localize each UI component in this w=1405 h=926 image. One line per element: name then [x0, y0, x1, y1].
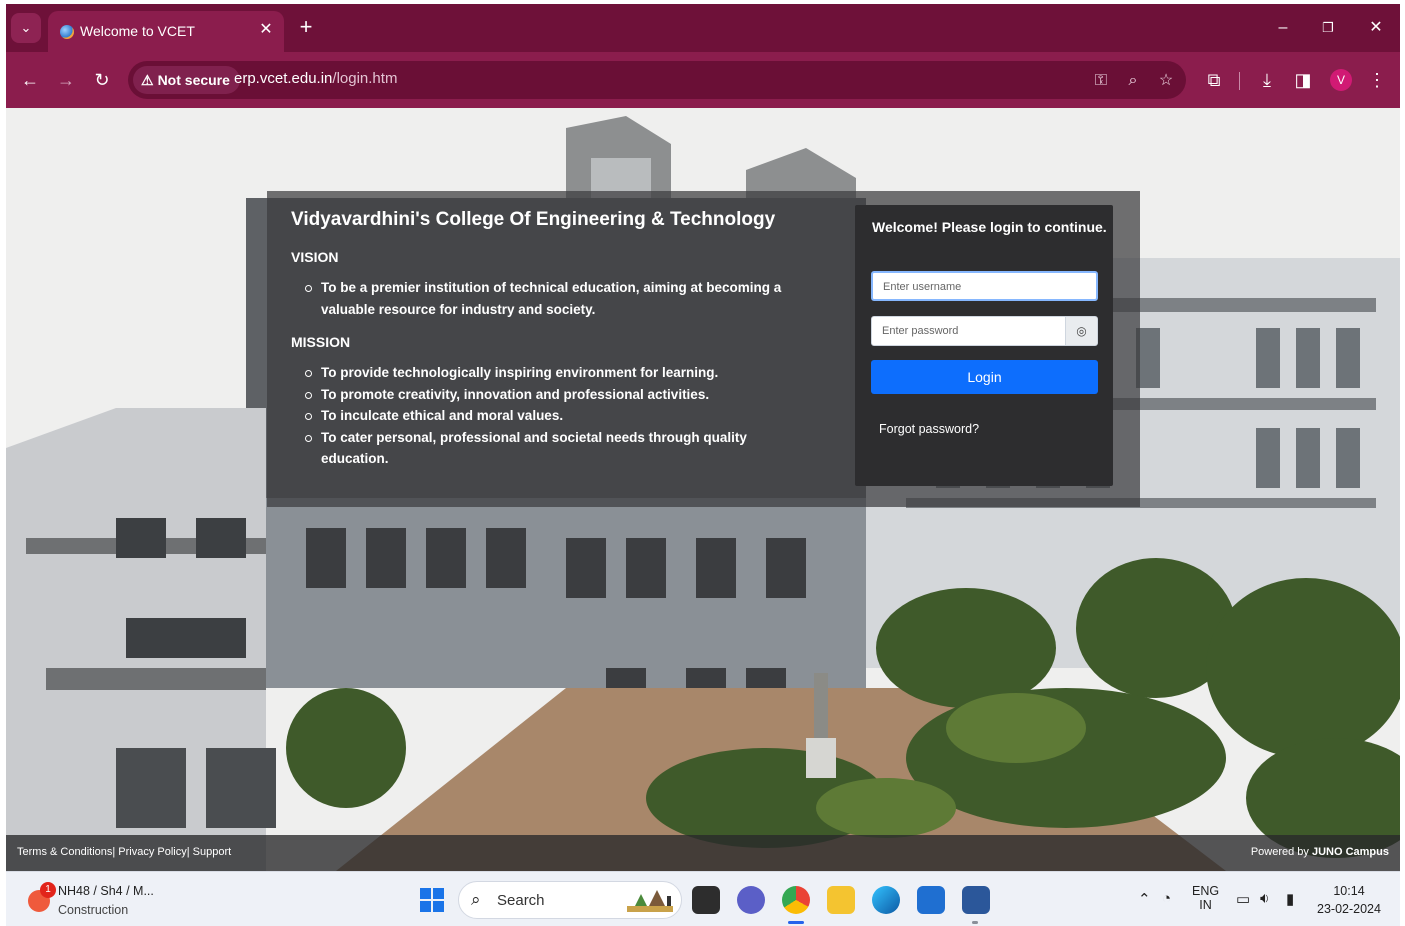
- mission-item: To inculcate ethical and moral values.: [303, 405, 811, 427]
- chrome-icon[interactable]: [782, 886, 810, 914]
- browser-chrome: ⌄ Welcome to VCET ✕ + – ❐ ✕ ← → ↻ ⚠ Not s…: [6, 4, 1400, 108]
- region-code: IN: [1199, 898, 1212, 912]
- mission-item: To cater personal, professional and soci…: [303, 427, 811, 470]
- toggle-password-visibility-button[interactable]: ◎: [1065, 316, 1098, 346]
- side-panel-icon[interactable]: ◨: [1291, 68, 1315, 92]
- windows-logo-pane: [420, 901, 431, 912]
- new-tab-button[interactable]: +: [294, 16, 318, 40]
- tab-title: Welcome to VCET: [80, 23, 195, 39]
- download-icon[interactable]: ⤓: [1255, 68, 1279, 92]
- windows-taskbar: 1 NH48 / Sh4 / M... Construction ⌕ Searc…: [6, 871, 1400, 926]
- file-explorer-icon[interactable]: [827, 886, 855, 914]
- taskbar-search[interactable]: ⌕ Search: [458, 881, 682, 919]
- chevron-up-icon[interactable]: ⌃: [1138, 890, 1151, 908]
- vision-list: To be a premier institution of technical…: [303, 277, 811, 320]
- windows-logo-icon: [420, 888, 431, 899]
- mission-heading: MISSION: [291, 334, 351, 350]
- forward-button[interactable]: →: [54, 68, 78, 92]
- eye-slash-icon: ◎: [1076, 324, 1087, 338]
- windows-logo-pane: [433, 888, 444, 899]
- security-label: Not secure: [157, 72, 230, 88]
- search-highlight-art: [627, 890, 673, 912]
- weather-widget[interactable]: 1 NH48 / Sh4 / M... Construction: [26, 882, 166, 918]
- clock[interactable]: 10:14 23-02-2024: [1314, 884, 1384, 916]
- site-favicon-icon: [60, 25, 74, 39]
- store-icon[interactable]: [917, 886, 945, 914]
- powered-by-brand: JUNO Campus: [1311, 846, 1389, 858]
- username-input[interactable]: Enter username: [871, 271, 1098, 301]
- mission-item: To promote creativity, innovation and pr…: [303, 384, 811, 406]
- windows-logo-pane: [433, 901, 444, 912]
- toolbar-divider: [1239, 72, 1240, 90]
- word-running-indicator: [972, 921, 978, 924]
- extensions-icon[interactable]: ⧉: [1202, 68, 1226, 92]
- login-panel: Vidyavardhini's College Of Engineering &…: [267, 191, 1140, 507]
- network-icon[interactable]: ◔: [1162, 890, 1171, 907]
- date: 23-02-2024: [1317, 902, 1381, 916]
- task-view-icon[interactable]: [692, 886, 720, 914]
- chrome-active-indicator: [788, 921, 804, 924]
- url-host: erp.vcet.edu.in: [234, 70, 333, 87]
- close-tab-icon[interactable]: ✕: [256, 20, 276, 40]
- language-code: ENG: [1192, 884, 1220, 898]
- forgot-password-link[interactable]: Forgot password?: [879, 422, 979, 436]
- warning-icon: ⚠: [141, 72, 154, 88]
- language-indicator[interactable]: ENG IN: [1192, 884, 1219, 912]
- college-name: Vidyavardhini's College Of Engineering &…: [291, 209, 776, 230]
- search-label: Search: [497, 892, 545, 909]
- college-info: Vidyavardhini's College Of Engineering &…: [291, 209, 811, 484]
- powered-by: Powered by JUNO Campus: [1251, 846, 1389, 858]
- close-window-button[interactable]: ✕: [1361, 16, 1391, 40]
- powered-by-prefix: Powered by: [1250, 846, 1312, 858]
- login-button[interactable]: Login: [871, 360, 1098, 394]
- teams-chat-icon[interactable]: [737, 886, 765, 914]
- widget-title: NH48 / Sh4 / M...: [58, 884, 154, 898]
- word-icon[interactable]: [962, 886, 990, 914]
- minimize-button[interactable]: –: [1268, 16, 1298, 40]
- address-bar[interactable]: ⚠ Not secure erp.vcet.edu.in/login.htm ⚿ …: [128, 61, 1186, 99]
- time: 10:14: [1333, 884, 1365, 898]
- edge-icon[interactable]: [872, 886, 900, 914]
- profile-avatar[interactable]: V: [1330, 69, 1352, 91]
- vision-heading: VISION: [291, 249, 339, 265]
- password-input[interactable]: Enter password: [871, 316, 1066, 346]
- notification-badge: 1: [40, 882, 56, 898]
- battery-icon[interactable]: ▮: [1286, 890, 1294, 908]
- search-icon: ⌕: [471, 890, 481, 909]
- display-icon[interactable]: ▭: [1236, 890, 1250, 908]
- volume-icon[interactable]: 🔉︎: [1260, 890, 1269, 907]
- page-viewport: Vidyavardhini's College Of Engineering &…: [6, 108, 1400, 871]
- back-button[interactable]: ←: [18, 68, 42, 92]
- reload-button[interactable]: ↻: [90, 68, 114, 92]
- bookmark-star-icon[interactable]: ☆: [1155, 70, 1177, 92]
- vision-item: To be a premier institution of technical…: [303, 277, 811, 320]
- start-button[interactable]: [420, 888, 444, 912]
- footer-links[interactable]: Terms & Conditions| Privacy Policy| Supp…: [17, 846, 231, 858]
- login-form: Welcome! Please login to continue. Enter…: [855, 205, 1113, 486]
- widget-subtitle: Construction: [58, 903, 129, 917]
- password-key-icon[interactable]: ⚿: [1090, 70, 1112, 92]
- mission-list: To provide technologically inspiring env…: [303, 362, 811, 470]
- mission-item: To provide technologically inspiring env…: [303, 362, 811, 384]
- login-heading: Welcome! Please login to continue.: [872, 219, 1107, 235]
- menu-kebab-icon[interactable]: ⋮: [1365, 68, 1389, 92]
- chevron-down-icon: ⌄: [20, 20, 32, 35]
- url-text[interactable]: erp.vcet.edu.in/login.htm: [234, 70, 397, 87]
- tab-welcome-vcet[interactable]: Welcome to VCET ✕: [48, 11, 284, 52]
- tab-search-button[interactable]: ⌄: [11, 13, 41, 43]
- restore-button[interactable]: ❐: [1313, 16, 1343, 40]
- zoom-icon[interactable]: ⌕: [1122, 70, 1144, 92]
- security-indicator[interactable]: ⚠ Not secure: [133, 66, 240, 94]
- url-path: /login.htm: [332, 70, 398, 87]
- page-footer: Terms & Conditions| Privacy Policy| Supp…: [6, 835, 1400, 871]
- tab-strip: ⌄ Welcome to VCET ✕ + – ❐ ✕: [6, 4, 1400, 52]
- browser-toolbar: ← → ↻ ⚠ Not secure erp.vcet.edu.in/login.…: [6, 52, 1400, 108]
